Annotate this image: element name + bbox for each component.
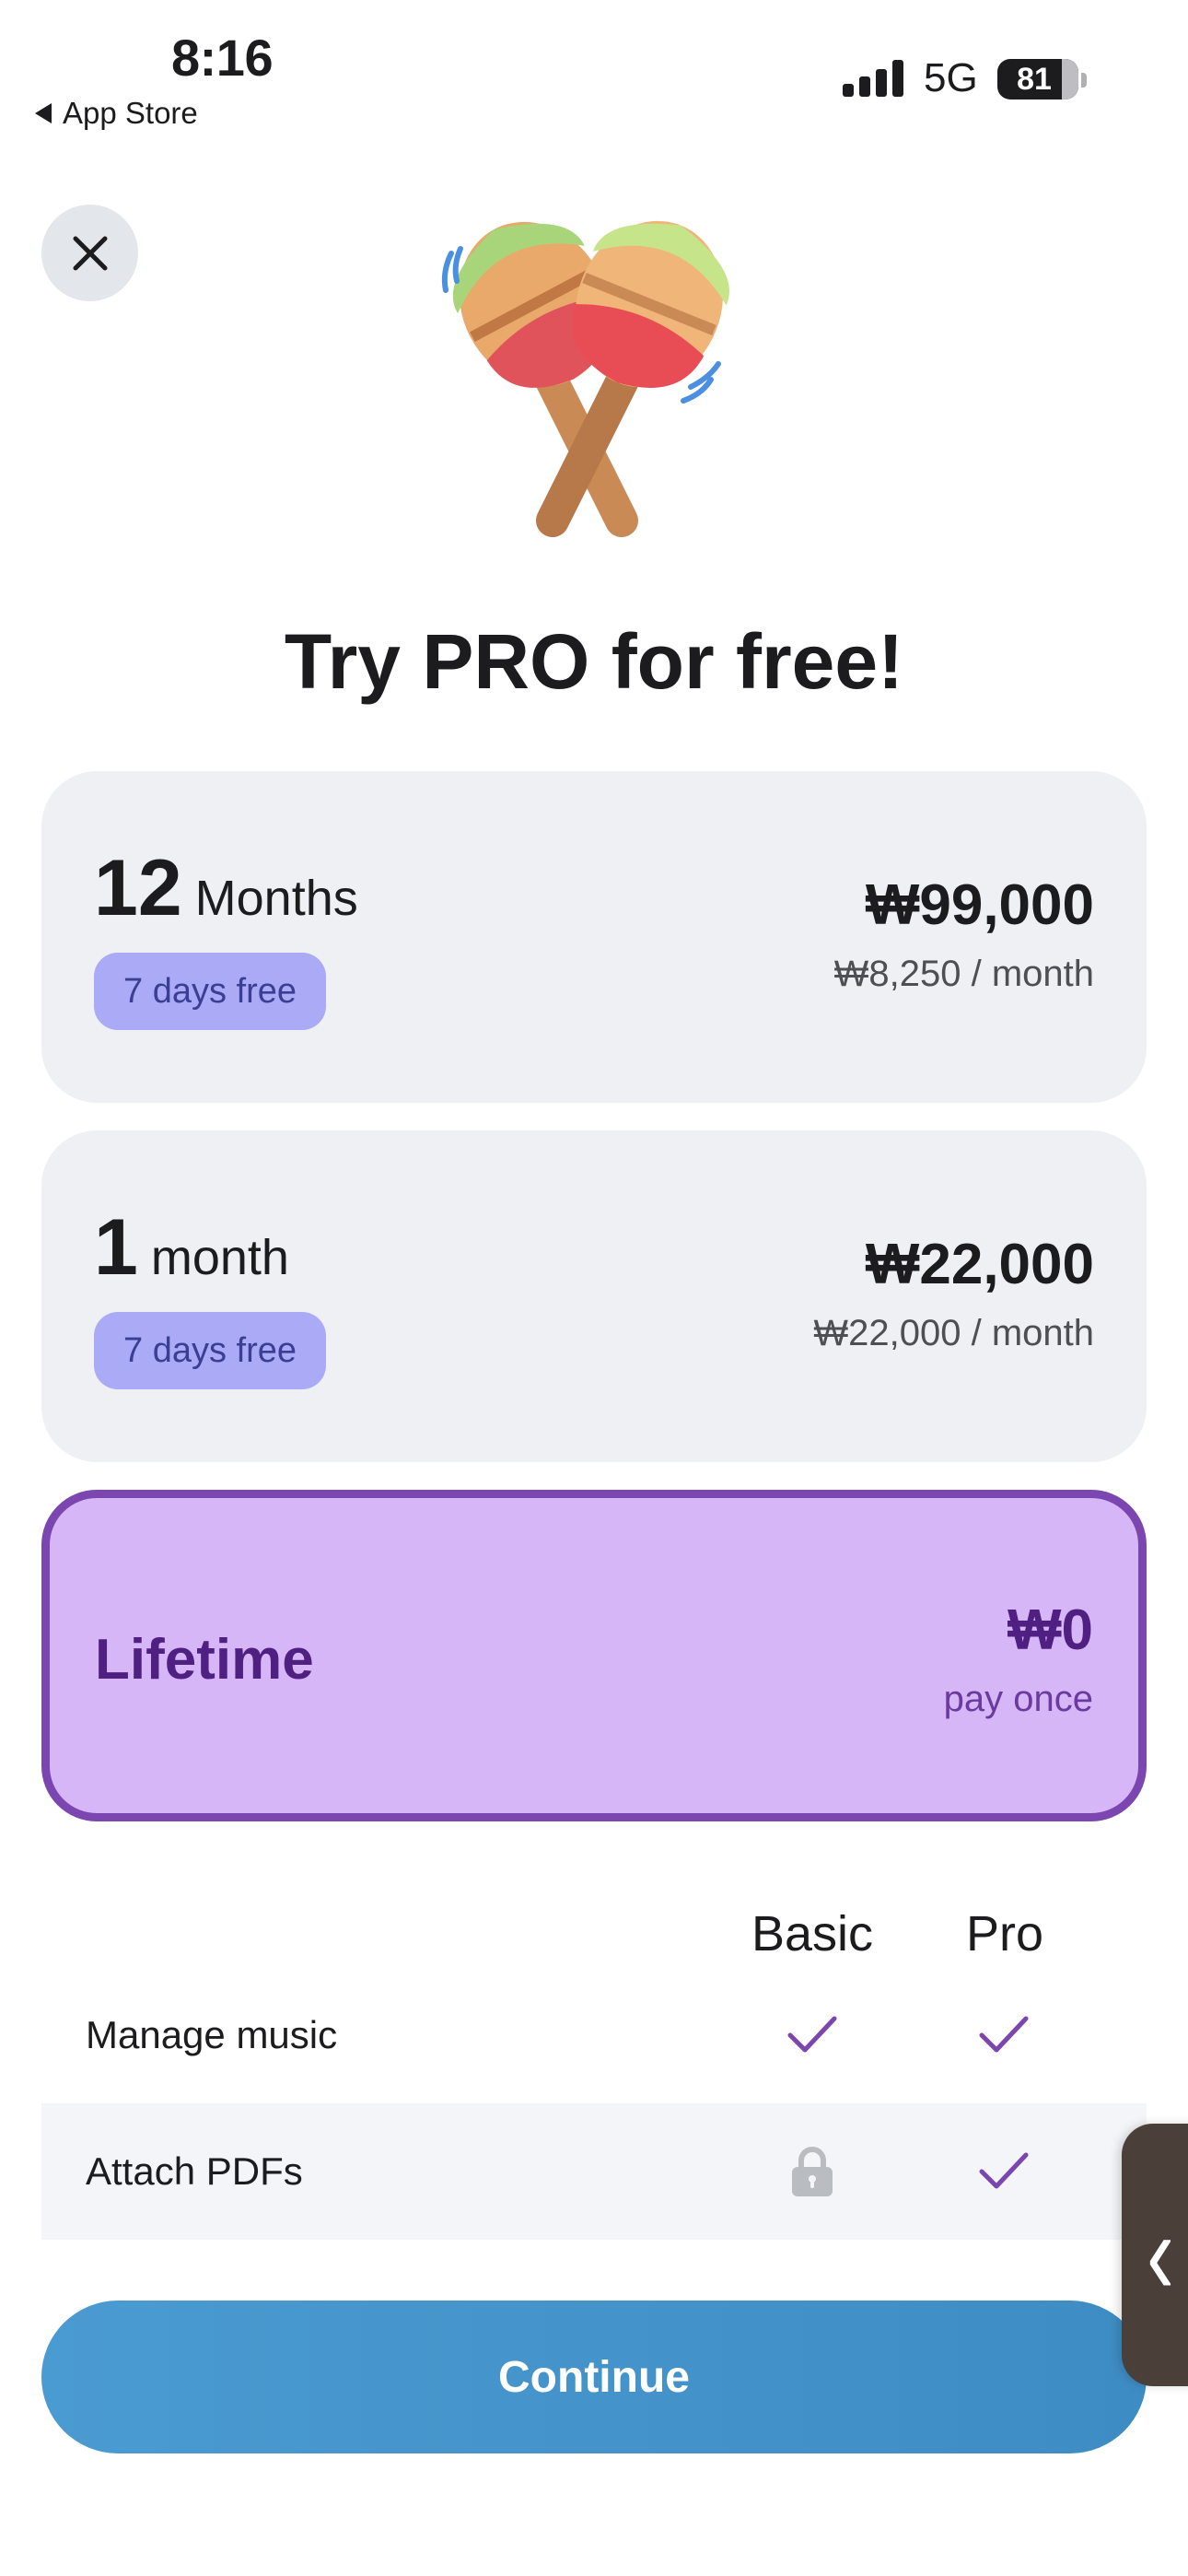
close-button[interactable] <box>41 205 138 301</box>
plan-monthly-price: ₩22,000 / month <box>813 1313 1094 1353</box>
column-header-basic: Basic <box>751 1906 874 1961</box>
continue-button[interactable]: Continue <box>41 2301 1147 2453</box>
plan-price: ₩99,000 <box>865 873 1094 937</box>
chevron-left-icon: ‹ <box>1147 2189 1174 2319</box>
feature-label: Attach PDFs <box>86 2149 303 2193</box>
network-type: 5G <box>924 55 978 100</box>
column-header-pro: Pro <box>965 1906 1044 1961</box>
status-time: 8:16 <box>171 29 274 87</box>
plan-duration-number: 12 <box>94 844 182 932</box>
page-title: Try PRO for free! <box>284 618 904 705</box>
plan-price: ₩0 <box>1007 1598 1093 1662</box>
free-trial-badge: 7 days free <box>94 953 326 1030</box>
back-arrow-icon <box>35 103 52 123</box>
cellular-signal-icon <box>843 60 905 97</box>
plan-duration-unit: Months <box>194 871 358 926</box>
back-to-app-store-link[interactable]: App Store <box>35 96 198 131</box>
plan-monthly-price: ₩8,250 / month <box>833 954 1094 994</box>
feature-label: Manage music <box>86 2013 338 2056</box>
battery-level: 81 <box>1017 61 1052 97</box>
maracas-icon <box>441 220 729 537</box>
side-panel-handle[interactable]: ‹ <box>1122 2124 1188 2386</box>
close-icon <box>73 236 107 270</box>
check-icon <box>976 2144 1031 2199</box>
back-to-app-store-label: App Store <box>63 96 198 130</box>
plan-price: ₩22,000 <box>865 1233 1094 1296</box>
check-icon <box>785 2008 840 2063</box>
plan-duration-unit: month <box>150 1230 289 1285</box>
plan-card-lifetime[interactable]: Lifetime ₩0 pay once <box>41 1490 1147 1821</box>
table-row: Attach PDFs <box>41 2103 1147 2240</box>
plan-card-12-months[interactable]: 12 Months 7 days free ₩99,000 ₩8,250 / m… <box>41 771 1147 1103</box>
check-icon <box>976 2008 1031 2063</box>
plan-payment-note: pay once <box>943 1679 1093 1719</box>
battery-icon: 81 <box>997 59 1087 100</box>
plan-duration-number: 1 <box>94 1203 138 1292</box>
free-trial-badge: 7 days free <box>94 1312 326 1389</box>
lock-icon <box>785 2144 840 2199</box>
plan-card-1-month[interactable]: 1 month 7 days free ₩22,000 ₩22,000 / mo… <box>41 1130 1147 1462</box>
table-row: Manage music <box>41 1967 1147 2103</box>
plan-title: Lifetime <box>95 1628 314 1692</box>
